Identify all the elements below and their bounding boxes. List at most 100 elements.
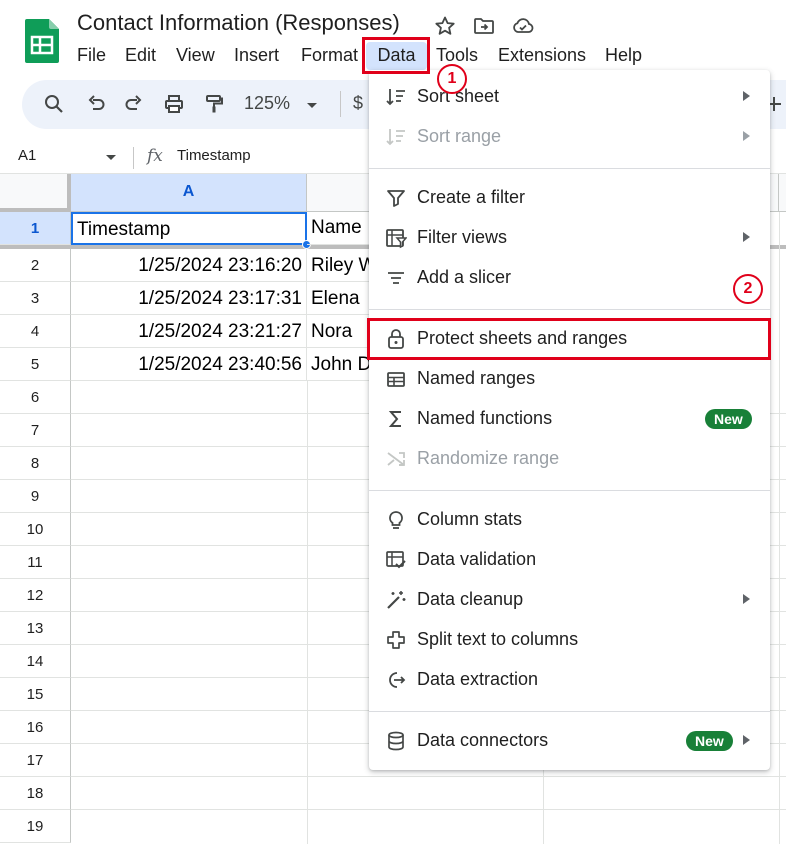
new-badge: New bbox=[705, 409, 752, 429]
submenu-arrow-icon bbox=[743, 594, 750, 604]
row-header-4[interactable]: 4 bbox=[0, 315, 71, 348]
menu-item-label: Column stats bbox=[417, 509, 523, 529]
menu-view[interactable]: View bbox=[176, 42, 215, 70]
named-ranges-icon bbox=[387, 372, 405, 387]
menu-extensions[interactable]: Extensions bbox=[498, 42, 586, 70]
menu-item-data-validation[interactable]: Data validation bbox=[369, 541, 770, 581]
menu-item-sort-sheet[interactable]: Sort sheet bbox=[369, 78, 770, 118]
filter-icon bbox=[387, 190, 405, 207]
menu-item-split-text[interactable]: Split text to columns bbox=[369, 621, 770, 661]
split-icon bbox=[387, 631, 405, 649]
menu-divider bbox=[369, 490, 770, 491]
menu-item-label: Data extraction bbox=[417, 669, 539, 689]
menu-item-data-connectors[interactable]: Data connectors New bbox=[369, 722, 770, 762]
menu-item-label: Randomize range bbox=[417, 448, 560, 468]
menu-item-named-ranges[interactable]: Named ranges bbox=[369, 360, 770, 400]
paint-format-icon[interactable] bbox=[202, 92, 226, 116]
row-header-7[interactable]: 7 bbox=[0, 414, 71, 447]
menu-help[interactable]: Help bbox=[605, 42, 642, 70]
row-header-6[interactable]: 6 bbox=[0, 381, 71, 414]
slicer-icon bbox=[388, 272, 404, 284]
menu-item-create-filter[interactable]: Create a filter bbox=[369, 179, 770, 219]
submenu-arrow-icon bbox=[743, 735, 750, 745]
filter-views-icon bbox=[386, 229, 407, 249]
star-icon[interactable] bbox=[433, 14, 457, 38]
menu-item-sort-range[interactable]: Sort range bbox=[369, 118, 770, 158]
sort-icon bbox=[386, 89, 405, 106]
gridline-row bbox=[71, 776, 786, 777]
menu-item-data-extraction[interactable]: Data extraction bbox=[369, 661, 770, 701]
row-header-12[interactable]: 12 bbox=[0, 579, 71, 612]
sort-icon bbox=[386, 129, 405, 146]
move-folder-icon[interactable] bbox=[472, 14, 496, 38]
shuffle-icon bbox=[387, 452, 405, 466]
cell-a2[interactable]: 1/25/2024 23:16:20 bbox=[71, 249, 307, 282]
name-box[interactable]: A1 bbox=[18, 147, 36, 164]
highlight-data-menu bbox=[362, 37, 430, 74]
menu-item-label: Data connectors bbox=[417, 730, 549, 750]
gridline-col-d bbox=[779, 212, 780, 844]
row-header-19[interactable]: 19 bbox=[0, 810, 71, 843]
menu-item-label: Data cleanup bbox=[417, 589, 524, 609]
menu-item-label: Split text to columns bbox=[417, 629, 579, 649]
submenu-arrow-icon bbox=[743, 91, 750, 101]
row-header-10[interactable]: 10 bbox=[0, 513, 71, 546]
zoom-dropdown-icon[interactable] bbox=[300, 93, 324, 117]
row-header-2[interactable]: 2 bbox=[0, 249, 71, 282]
menu-item-label: Data validation bbox=[417, 549, 537, 569]
column-header-a[interactable]: A bbox=[71, 174, 307, 212]
menu-divider bbox=[369, 309, 770, 310]
step-1-badge: 1 bbox=[437, 64, 467, 94]
row-header-3[interactable]: 3 bbox=[0, 282, 71, 315]
submenu-arrow-icon bbox=[743, 131, 750, 141]
row-header-11[interactable]: 11 bbox=[0, 546, 71, 579]
menu-item-label: Sort range bbox=[417, 126, 502, 146]
menu-item-column-stats[interactable]: Column stats bbox=[369, 501, 770, 541]
redo-icon[interactable] bbox=[122, 92, 146, 116]
column-header-d[interactable] bbox=[779, 174, 786, 212]
menu-file[interactable]: File bbox=[77, 42, 106, 70]
row-header-15[interactable]: 15 bbox=[0, 678, 71, 711]
row-header-18[interactable]: 18 bbox=[0, 777, 71, 810]
menu-item-label: Named functions bbox=[417, 408, 553, 428]
toolbar-divider bbox=[340, 91, 341, 117]
gridline-row bbox=[71, 809, 786, 810]
cell-a4[interactable]: 1/25/2024 23:21:27 bbox=[71, 315, 307, 348]
row-header-14[interactable]: 14 bbox=[0, 645, 71, 678]
data-menu-dropdown: Sort sheet Sort range Create a filter Fi… bbox=[369, 70, 770, 770]
submenu-arrow-icon bbox=[743, 232, 750, 242]
database-icon bbox=[388, 731, 404, 751]
menu-edit[interactable]: Edit bbox=[125, 42, 156, 70]
menu-insert[interactable]: Insert bbox=[234, 42, 279, 70]
undo-icon[interactable] bbox=[84, 92, 108, 116]
menu-item-named-functions[interactable]: Named functions New bbox=[369, 400, 770, 440]
row-header-1[interactable]: 1 bbox=[0, 212, 71, 245]
search-menus-icon[interactable] bbox=[42, 92, 66, 116]
row-header-8[interactable]: 8 bbox=[0, 447, 71, 480]
currency-format-button[interactable]: $ bbox=[353, 93, 363, 114]
document-title[interactable]: Contact Information (Responses) bbox=[77, 10, 400, 36]
cell-a1[interactable]: Timestamp bbox=[71, 212, 307, 245]
row-header-16[interactable]: 16 bbox=[0, 711, 71, 744]
formula-divider bbox=[133, 147, 134, 169]
cell-a3[interactable]: 1/25/2024 23:17:31 bbox=[71, 282, 307, 315]
row-header-9[interactable]: 9 bbox=[0, 480, 71, 513]
menu-item-filter-views[interactable]: Filter views bbox=[369, 219, 770, 259]
cloud-saved-icon[interactable] bbox=[511, 14, 535, 38]
new-badge: New bbox=[686, 731, 733, 751]
menu-item-label: Add a slicer bbox=[417, 267, 512, 287]
select-all-corner[interactable] bbox=[0, 174, 71, 212]
name-box-dropdown-icon[interactable] bbox=[105, 154, 117, 162]
menu-item-add-slicer[interactable]: Add a slicer bbox=[369, 259, 770, 299]
print-icon[interactable] bbox=[162, 92, 186, 116]
menu-item-randomize-range[interactable]: Randomize range bbox=[369, 440, 770, 480]
row-header-13[interactable]: 13 bbox=[0, 612, 71, 645]
row-header-5[interactable]: 5 bbox=[0, 348, 71, 381]
zoom-select[interactable]: 125% bbox=[244, 93, 290, 114]
cell-a5[interactable]: 1/25/2024 23:40:56 bbox=[71, 348, 307, 381]
sigma-icon bbox=[388, 411, 401, 427]
menu-format[interactable]: Format bbox=[301, 42, 358, 70]
formula-input[interactable]: Timestamp bbox=[177, 147, 251, 164]
menu-item-data-cleanup[interactable]: Data cleanup bbox=[369, 581, 770, 621]
row-header-17[interactable]: 17 bbox=[0, 744, 71, 777]
